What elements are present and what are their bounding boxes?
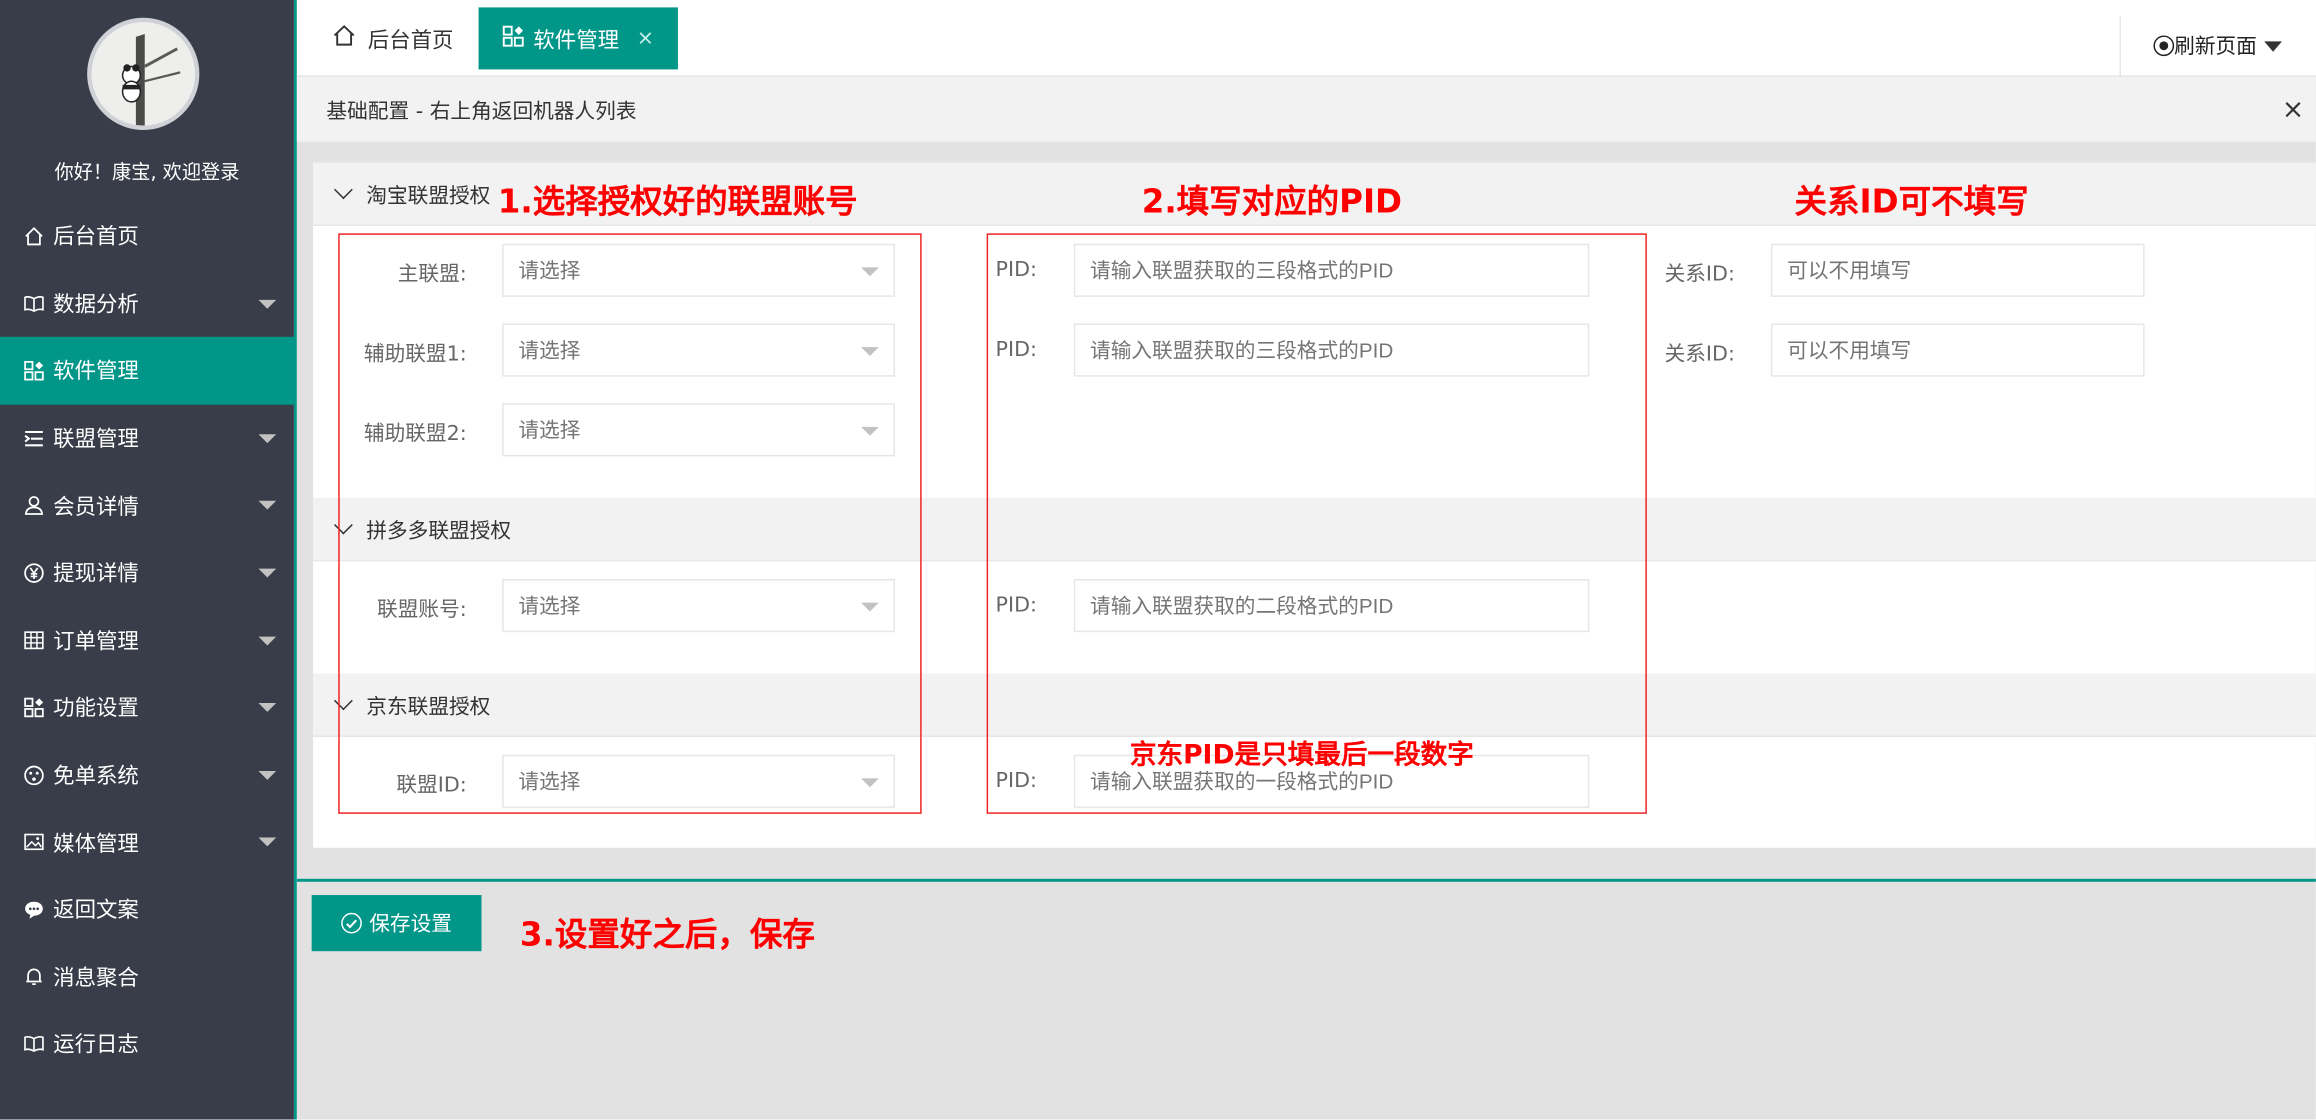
chevron-down-icon: [258, 770, 277, 780]
sidebar-item-label: 运行日志: [53, 1034, 139, 1059]
sidebar-item-label: 联盟管理: [53, 428, 139, 453]
sidebar-item-label: 提现详情: [53, 563, 139, 587]
grid-icon: [24, 630, 45, 651]
annotation-box-pid: [986, 233, 1647, 814]
home-icon: [24, 226, 45, 247]
book-icon: [24, 1034, 45, 1055]
annotation-relation-id: 关系ID可不填写: [1794, 184, 2029, 222]
taobao-main-relation-id-input[interactable]: [1770, 243, 2145, 297]
sidebar-item-home[interactable]: 后台首页: [0, 202, 294, 269]
chat-icon: [24, 899, 45, 920]
chevron-down-icon: [258, 299, 277, 309]
yen-icon: [24, 562, 45, 583]
close-icon[interactable]: ×: [637, 27, 654, 51]
user-icon: [24, 495, 45, 516]
refresh-page-button[interactable]: 刷新页面: [2119, 16, 2315, 76]
chevron-down-icon: [258, 568, 277, 578]
sidebar-item-union[interactable]: 联盟管理: [0, 404, 294, 471]
check-circle-icon: [341, 912, 362, 934]
chevron-down-icon: [258, 635, 277, 645]
apps-icon: [24, 360, 45, 381]
save-button-label: 保存设置: [369, 912, 452, 937]
chevron-down-icon: [258, 703, 277, 713]
bell-icon: [24, 966, 45, 987]
sidebar-item-data-analysis[interactable]: 数据分析: [0, 270, 294, 337]
annotation-box-union-select: [338, 233, 922, 814]
sidebar-item-label: 消息聚合: [53, 967, 139, 991]
annotation-step1: 1.选择授权好的联盟账号: [497, 184, 858, 222]
avatar[interactable]: [87, 17, 200, 130]
sidebar: 你好！康宝, 欢迎登录 后台首页 数据分析 软件管理 联盟管理 会员详情 提现详…: [0, 0, 297, 1120]
relation-id-label: 关系ID:: [1664, 342, 1735, 367]
sidebar-nav: 后台首页 数据分析 软件管理 联盟管理 会员详情 提现详情 订单管理 功能设置 …: [0, 202, 294, 1077]
relation-id-label: 关系ID:: [1664, 262, 1735, 287]
annotation-step3: 3.设置好之后，保存: [519, 917, 815, 955]
chevron-down-icon: [2264, 40, 2282, 51]
sidebar-item-reply-text[interactable]: 返回文案: [0, 876, 294, 943]
welcome-text: 你好！康宝, 欢迎登录: [54, 162, 240, 185]
apps-icon: [502, 24, 524, 52]
tab-label: 后台首页: [367, 28, 454, 53]
sidebar-item-settings[interactable]: 功能设置: [0, 674, 294, 741]
sidebar-item-software[interactable]: 软件管理: [0, 337, 294, 405]
sidebar-item-free-order[interactable]: 免单系统: [0, 741, 294, 808]
tab-label: 软件管理: [533, 28, 620, 53]
sidebar-item-label: 会员详情: [53, 495, 139, 520]
tab-home[interactable]: 后台首页: [332, 7, 453, 69]
sidebar-item-label: 订单管理: [53, 630, 139, 655]
sidebar-item-label: 数据分析: [53, 293, 139, 318]
sidebar-item-orders[interactable]: 订单管理: [0, 606, 294, 673]
top-tab-bar: 后台首页 软件管理 × 刷新页面: [296, 0, 2316, 77]
sidebar-item-label: 媒体管理: [53, 832, 139, 857]
section-title: 淘宝联盟授权: [366, 184, 491, 209]
chevron-down-icon: [258, 501, 277, 511]
refresh-label: 刷新页面: [2174, 35, 2257, 60]
annotation-jd-pid: 京东PID是只填最后一段数字: [1129, 739, 1474, 771]
panda-avatar-image: [91, 22, 195, 126]
sidebar-item-messages[interactable]: 消息聚合: [0, 943, 294, 1010]
list-icon: [24, 428, 45, 449]
sidebar-item-label: 免单系统: [53, 765, 139, 789]
picture-icon: [24, 832, 45, 853]
annotation-step2: 2.填写对应的PID: [1141, 184, 1403, 222]
sidebar-item-label: 功能设置: [53, 697, 139, 722]
chevron-down-icon: [258, 837, 277, 847]
page-title: 基础配置 - 右上角返回机器人列表: [326, 100, 637, 125]
home-icon: [332, 24, 356, 54]
save-settings-button[interactable]: 保存设置: [311, 895, 482, 952]
face-icon: [24, 764, 45, 785]
footer-divider: [296, 878, 2316, 882]
sidebar-item-label: 返回文案: [53, 899, 139, 924]
sidebar-item-label: 软件管理: [53, 361, 139, 385]
sidebar-item-media[interactable]: 媒体管理: [0, 808, 294, 875]
sidebar-item-label: 后台首页: [53, 226, 139, 251]
sidebar-item-withdraw[interactable]: 提现详情: [0, 539, 294, 606]
chevron-down-icon: [258, 433, 277, 443]
apps-icon: [24, 697, 45, 718]
page-header: 基础配置 - 右上角返回机器人列表 ×: [296, 76, 2316, 142]
radio-dot-icon: [2153, 35, 2175, 57]
taobao-aux1-relation-id-input[interactable]: [1770, 323, 2145, 377]
close-icon[interactable]: ×: [2282, 95, 2304, 126]
chevron-down-icon: [334, 180, 353, 200]
book-icon: [24, 293, 45, 314]
sidebar-item-logs[interactable]: 运行日志: [0, 1010, 294, 1077]
tab-software[interactable]: 软件管理 ×: [478, 7, 678, 70]
sidebar-item-members[interactable]: 会员详情: [0, 472, 294, 539]
